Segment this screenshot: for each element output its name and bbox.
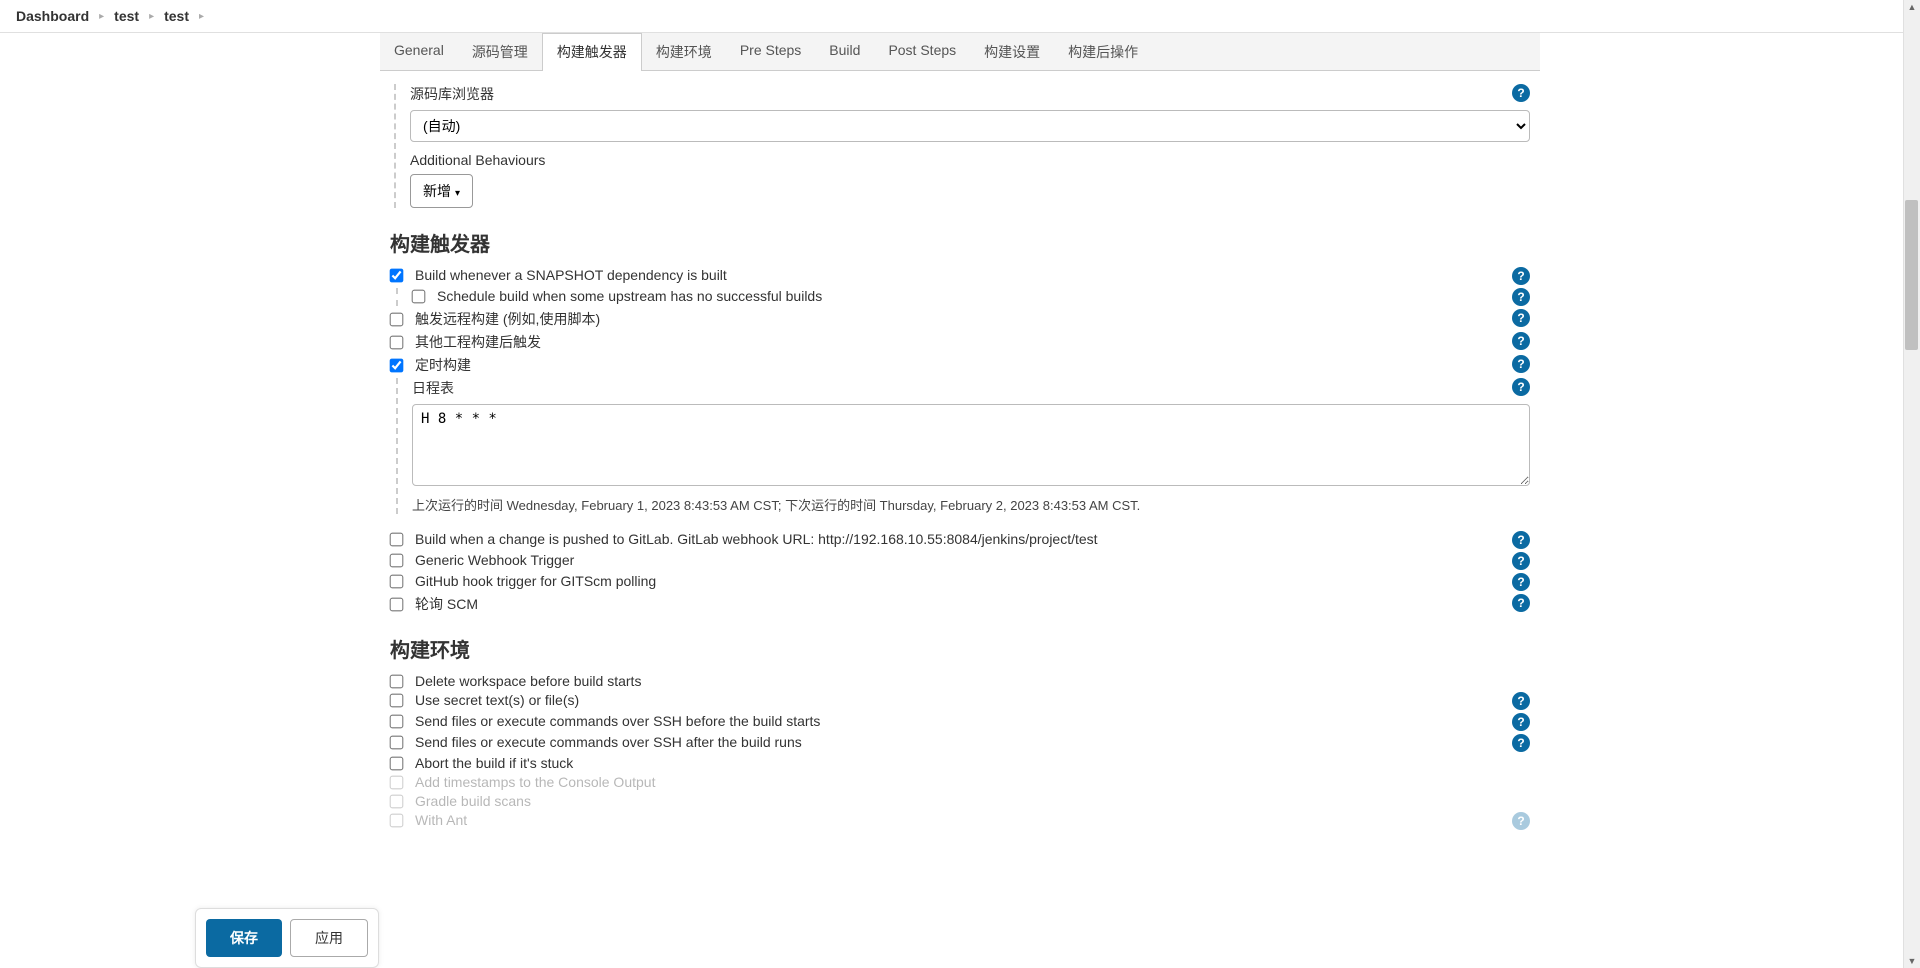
gitlab-push-checkbox[interactable] [390, 532, 404, 546]
gradle-scans-checkbox[interactable] [390, 794, 404, 808]
chevron-right-icon: ▸ [199, 11, 204, 22]
help-icon[interactable]: ? [1512, 734, 1530, 752]
poll-scm-checkbox[interactable] [390, 597, 404, 611]
with-ant-checkbox[interactable] [390, 813, 404, 827]
breadcrumb-dashboard[interactable]: Dashboard [16, 8, 89, 24]
snapshot-checkbox[interactable] [390, 268, 404, 282]
timed-build-label: 定时构建 [415, 355, 471, 375]
tab-env[interactable]: 构建环境 [642, 33, 726, 70]
after-other-label: 其他工程构建后触发 [415, 332, 541, 352]
tab-settings[interactable]: 构建设置 [970, 33, 1054, 70]
abort-stuck-checkbox[interactable] [390, 756, 404, 770]
generic-webhook-checkbox[interactable] [390, 553, 404, 567]
tab-build[interactable]: Build [815, 33, 874, 70]
schedule-label: 日程表 [412, 378, 454, 398]
help-icon[interactable]: ? [1512, 552, 1530, 570]
scroll-up-icon[interactable]: ▲ [1908, 0, 1917, 14]
delete-ws-checkbox[interactable] [390, 674, 404, 688]
with-ant-label: With Ant [415, 812, 467, 828]
secret-label: Use secret text(s) or file(s) [415, 692, 579, 708]
save-bar: 保存 应用 [195, 908, 379, 968]
abort-stuck-label: Abort the build if it's stuck [415, 755, 573, 771]
help-icon[interactable]: ? [1512, 309, 1530, 327]
ssh-after-checkbox[interactable] [390, 735, 404, 749]
help-icon[interactable]: ? [1512, 84, 1530, 102]
github-hook-label: GitHub hook trigger for GITScm polling [415, 573, 656, 589]
ssh-after-label: Send files or execute commands over SSH … [415, 734, 802, 750]
scroll-down-icon[interactable]: ▼ [1908, 954, 1917, 968]
config-tabs: General 源码管理 构建触发器 构建环境 Pre Steps Build … [380, 33, 1540, 71]
breadcrumb: Dashboard ▸ test ▸ test ▸ [0, 0, 1920, 33]
remote-trigger-checkbox[interactable] [390, 312, 404, 326]
apply-button[interactable]: 应用 [290, 919, 368, 957]
breadcrumb-item-2[interactable]: test [164, 8, 189, 24]
gitlab-push-label: Build when a change is pushed to GitLab.… [415, 531, 1098, 547]
help-icon[interactable]: ? [1512, 594, 1530, 612]
ssh-before-checkbox[interactable] [390, 714, 404, 728]
schedule-upstream-label: Schedule build when some upstream has no… [437, 288, 822, 304]
env-section-title: 构建环境 [390, 634, 1530, 663]
ssh-before-label: Send files or execute commands over SSH … [415, 713, 820, 729]
help-icon[interactable]: ? [1512, 267, 1530, 285]
additional-behaviours-label: Additional Behaviours [410, 152, 545, 168]
help-icon[interactable]: ? [1512, 288, 1530, 306]
help-icon[interactable]: ? [1512, 531, 1530, 549]
breadcrumb-item-1[interactable]: test [114, 8, 139, 24]
timestamps-checkbox[interactable] [390, 775, 404, 789]
snapshot-label: Build whenever a SNAPSHOT dependency is … [415, 267, 727, 283]
scrollbar[interactable]: ▲ ▼ [1903, 0, 1920, 968]
schedule-textarea[interactable] [412, 404, 1530, 486]
after-other-checkbox[interactable] [390, 335, 404, 349]
poll-scm-label: 轮询 SCM [415, 594, 478, 614]
gradle-scans-label: Gradle build scans [415, 793, 531, 809]
save-button[interactable]: 保存 [206, 919, 282, 957]
timed-build-checkbox[interactable] [390, 358, 404, 372]
help-icon[interactable]: ? [1512, 812, 1530, 830]
tab-general[interactable]: General [380, 33, 458, 70]
timestamps-label: Add timestamps to the Console Output [415, 774, 655, 790]
help-icon[interactable]: ? [1512, 332, 1530, 350]
help-icon[interactable]: ? [1512, 692, 1530, 710]
tab-presteps[interactable]: Pre Steps [726, 33, 815, 70]
help-icon[interactable]: ? [1512, 378, 1530, 396]
generic-webhook-label: Generic Webhook Trigger [415, 552, 574, 568]
help-icon[interactable]: ? [1512, 713, 1530, 731]
help-icon[interactable]: ? [1512, 573, 1530, 591]
triggers-section-title: 构建触发器 [390, 228, 1530, 257]
repo-browser-label: 源码库浏览器 [410, 84, 494, 104]
chevron-right-icon: ▸ [149, 11, 154, 22]
remote-trigger-label: 触发远程构建 (例如,使用脚本) [415, 309, 600, 329]
schedule-upstream-checkbox[interactable] [412, 289, 426, 303]
tab-postbuild[interactable]: 构建后操作 [1054, 33, 1152, 70]
secret-checkbox[interactable] [390, 693, 404, 707]
scrollbar-thumb[interactable] [1905, 200, 1918, 350]
help-icon[interactable]: ? [1512, 355, 1530, 373]
delete-ws-label: Delete workspace before build starts [415, 673, 641, 689]
add-behaviour-button[interactable]: 新增 [410, 174, 473, 208]
github-hook-checkbox[interactable] [390, 574, 404, 588]
tab-scm[interactable]: 源码管理 [458, 33, 542, 70]
tab-poststeps[interactable]: Post Steps [874, 33, 970, 70]
schedule-hint: 上次运行的时间 Wednesday, February 1, 2023 8:43… [412, 495, 1530, 514]
tab-triggers[interactable]: 构建触发器 [542, 33, 642, 71]
repo-browser-select[interactable]: (自动) [410, 110, 1530, 142]
chevron-right-icon: ▸ [99, 11, 104, 22]
